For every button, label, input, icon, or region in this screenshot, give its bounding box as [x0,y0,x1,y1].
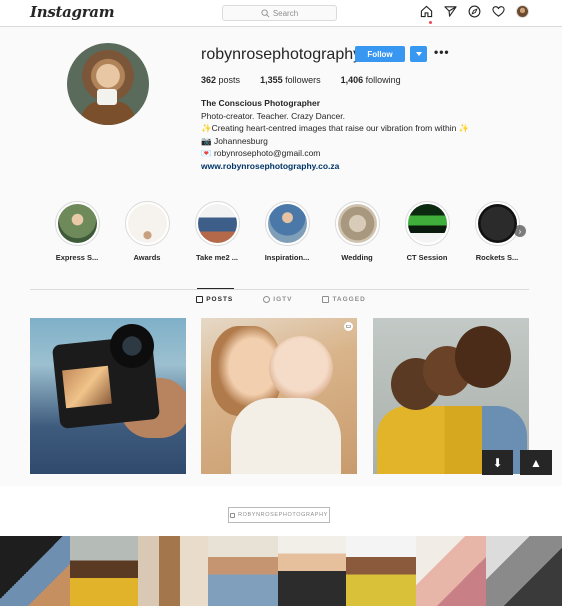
highlight-cover [127,204,167,243]
highlight-ring [124,201,170,246]
strip-photo[interactable] [0,536,70,606]
explore-icon[interactable] [468,5,481,18]
post-photo-screen [62,365,112,409]
suggested-dropdown-button[interactable] [410,46,427,62]
igtv-icon [263,296,271,303]
tab-tagged-label: TAGGED [332,296,366,303]
strip-photo[interactable] [208,536,278,606]
grid-icon [196,296,204,303]
post-thumbnail[interactable]: ▭ [201,318,357,474]
instagram-logo[interactable]: Instagram [30,3,115,21]
bio-line: ✨Creating heart-centred images that rais… [201,123,470,133]
profile-stats: 362 posts 1,355 followers 1,406 followin… [201,75,421,85]
tabs-divider [30,289,529,290]
direct-icon[interactable] [444,5,457,18]
top-nav: Instagram Search [0,0,562,27]
photo-strip [0,536,562,606]
highlight-label: CT Session [406,253,448,262]
chevron-down-icon [415,52,422,56]
active-tab-indicator [197,288,234,289]
tab-tagged[interactable]: TAGGED [322,296,365,303]
profile-bio: The Conscious Photographer Photo-creator… [201,97,531,172]
followers-count: 1,355 [260,75,283,85]
followers-stat[interactable]: 1,355 followers [260,75,321,85]
highlight-cover [57,204,97,243]
highlight-label: Awards [133,253,161,262]
highlight-cover [337,204,377,243]
highlight-item[interactable]: Awards [112,201,182,262]
highlight-item[interactable]: Express S... [42,201,112,262]
highlight-label: Wedding [341,253,373,262]
drive-upload-icon[interactable]: ▲ [520,450,552,475]
highlight-item[interactable]: Take me2 ... [182,201,252,262]
highlight-ring [474,201,520,246]
posts-label: posts [218,75,241,85]
highlight-ring [404,201,450,246]
strip-photo[interactable] [70,536,138,606]
highlight-item[interactable]: CT Session [392,201,462,262]
heart-icon[interactable] [492,5,505,18]
posts-count: 362 [201,75,217,85]
follow-button[interactable]: Follow [355,46,405,62]
following-count: 1,406 [340,75,364,85]
tab-igtv-label: IGTV [273,296,293,303]
highlight-ring [334,201,380,246]
profile-picture[interactable] [67,43,149,125]
tagged-icon [322,296,330,303]
highlight-cover [267,204,307,243]
highlight-label: Express S... [55,253,99,262]
story-highlights: Express S... Awards Take me2 ... Inspira… [42,201,532,262]
strip-photo[interactable] [346,536,416,606]
highlight-cover [197,204,237,243]
tab-posts-label: POSTS [206,296,234,303]
post-photo-baby [269,336,333,400]
notification-dot [429,21,432,24]
highlight-ring [264,201,310,246]
highlight-label: Take me2 ... [196,253,238,262]
search-input[interactable]: Search [222,5,337,21]
handle-badge[interactable]: ROBYNROSEPHOTOGRAPHY [228,507,330,523]
tab-posts[interactable]: POSTS [196,296,233,303]
strip-photo[interactable] [486,536,562,606]
highlight-item[interactable]: Wedding [322,201,392,262]
chevron-right-icon[interactable]: › [514,225,526,237]
post-photo-blanket [231,398,341,474]
posts-stat: 362 posts [201,75,240,85]
tab-igtv[interactable]: IGTV [263,296,292,303]
profile-username: robynrosephotography [201,46,362,63]
highlight-item[interactable]: Inspiration... [252,201,322,262]
home-icon[interactable] [420,5,433,18]
search-placeholder: Search [272,8,299,18]
strip-photo[interactable] [138,536,208,606]
bio-name: The Conscious Photographer [201,98,321,108]
instagram-glyph-icon [230,512,236,518]
strip-photo[interactable] [278,536,346,606]
following-label: following [365,75,401,85]
post-thumbnail[interactable] [30,318,186,474]
search-icon [261,8,270,17]
strip-photo[interactable] [416,536,486,606]
bio-line: Photo-creator. Teacher. Crazy Dancer. [201,110,345,121]
bio-website-link[interactable]: www.robynrosephotography.co.za [201,160,531,173]
followers-label: followers [285,75,321,85]
highlight-cover [477,204,517,243]
nav-icons [420,5,529,18]
handle-label: ROBYNROSEPHOTOGRAPHY [238,512,328,518]
download-icon[interactable]: ⬇ [482,450,513,475]
bio-line: 💌 robynrosephoto@gmail.com [201,148,321,158]
multi-post-icon: ▭ [344,322,353,331]
highlight-ring [54,201,100,246]
highlight-ring [194,201,240,246]
highlight-label: Rockets S... [475,253,519,262]
post-photo-adult [455,326,511,388]
avatar-cup [97,89,117,105]
highlight-cover [407,204,447,243]
highlight-label: Inspiration... [264,253,310,262]
profile-tabs: POSTS IGTV TAGGED [0,296,562,303]
more-options-icon[interactable]: ••• [434,46,450,58]
following-stat[interactable]: 1,406 following [341,75,401,85]
bio-line: 📷 Johannesburg [201,135,268,146]
profile-avatar[interactable] [516,5,529,18]
